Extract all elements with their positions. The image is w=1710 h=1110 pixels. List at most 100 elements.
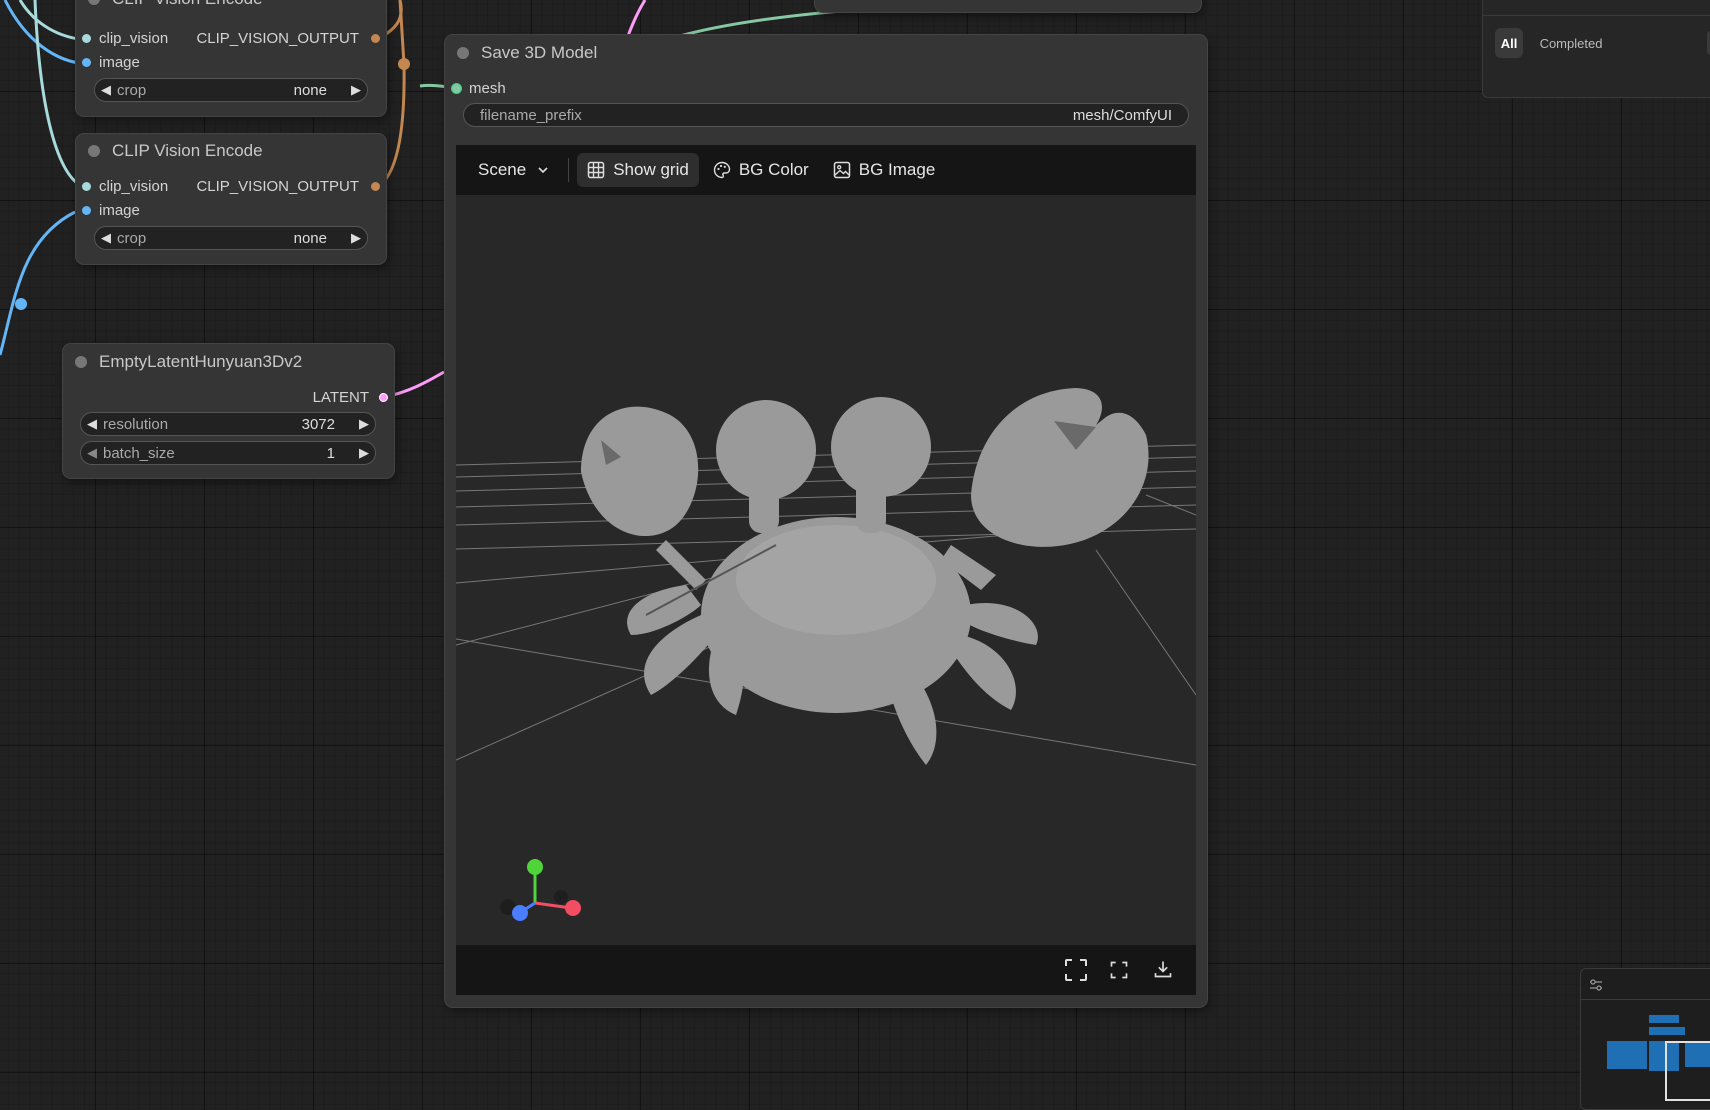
input-slot-clip-vision[interactable]: clip_vision (82, 178, 168, 195)
fullscreen-icon[interactable] (1109, 960, 1129, 980)
toolbar-divider (568, 158, 570, 182)
increment-arrow-icon[interactable]: ▶ (345, 82, 367, 98)
node-collapse-dot[interactable] (75, 356, 87, 368)
partial-node-top[interactable] (815, 0, 1201, 12)
minimap-node (1607, 1041, 1647, 1069)
axis-z-handle[interactable] (512, 905, 528, 921)
show-grid-toggle[interactable]: Show grid (577, 153, 699, 187)
axis-x-handle[interactable] (565, 900, 581, 916)
node-header[interactable]: Save 3D Model (445, 35, 1207, 71)
crop-combo[interactable]: ◀ crop none ▶ (94, 226, 368, 250)
widget-label: batch_size (103, 444, 175, 462)
reroute-dot[interactable] (15, 298, 27, 310)
minimap[interactable] (1580, 968, 1710, 1110)
widget-value: none (293, 229, 327, 247)
resolution-number-input[interactable]: ◀ resolution 3072 ▶ (80, 412, 376, 436)
fit-view-icon[interactable] (1064, 958, 1088, 982)
node-title: CLIP Vision Encode (112, 141, 263, 160)
input-slot-clip-vision[interactable]: clip_vision (82, 30, 168, 47)
viewer-toolbar: Scene Show grid BG Color BG Image (456, 145, 1196, 195)
output-slot-latent[interactable]: LATENT (313, 389, 388, 406)
slot-dot[interactable] (82, 182, 91, 191)
decrement-arrow-icon[interactable]: ◀ (81, 416, 103, 432)
input-slot-mesh[interactable]: mesh (452, 80, 506, 97)
crab-model (581, 388, 1149, 765)
tab-all[interactable]: All (1495, 28, 1523, 58)
bg-image-button[interactable]: BG Image (823, 153, 946, 187)
slot-dot[interactable] (82, 34, 91, 43)
node-collapse-dot[interactable] (457, 47, 469, 59)
mesh-link-top (679, 6, 881, 38)
slot-label: clip_vision (99, 178, 169, 195)
slot-dot[interactable] (371, 34, 380, 43)
latent-link-top (626, 0, 647, 37)
clip-vision-encode-node-1[interactable]: CLIP Vision Encode clip_vision image CLI… (76, 0, 386, 116)
3d-scene-canvas[interactable] (456, 195, 1196, 945)
widget-label: filename_prefix (480, 106, 582, 124)
tab-completed[interactable]: Completed (1531, 28, 1611, 58)
show-grid-label: Show grid (613, 160, 689, 179)
slot-dot[interactable] (452, 84, 461, 93)
slot-dot[interactable] (379, 393, 388, 402)
widget-value: none (293, 81, 327, 99)
node-collapse-dot[interactable] (88, 0, 100, 5)
image-icon (833, 161, 850, 179)
axis-gizmo[interactable] (486, 855, 596, 935)
widget-value: 3072 (301, 415, 335, 433)
decrement-arrow-icon[interactable]: ◀ (95, 82, 117, 98)
output-slot-clip-vision-output[interactable]: CLIP_VISION_OUTPUT (196, 30, 380, 47)
node-header[interactable]: CLIP Vision Encode (76, 0, 386, 16)
axis-gizmo-negative (554, 890, 568, 904)
widget-label: crop (117, 81, 147, 99)
settings-sliders-icon[interactable] (1588, 977, 1604, 993)
input-slot-image[interactable]: image (82, 202, 140, 219)
slot-dot[interactable] (82, 206, 91, 215)
decrement-arrow-icon[interactable]: ◀ (81, 445, 103, 461)
increment-arrow-icon[interactable]: ▶ (353, 416, 375, 432)
input-slot-image[interactable]: image (82, 54, 140, 71)
increment-arrow-icon[interactable]: ▶ (353, 445, 375, 461)
slot-label: CLIP_VISION_OUTPUT (196, 178, 359, 195)
queue-panel: All Completed (1482, 0, 1710, 98)
batch-size-number-input[interactable]: ◀ batch_size 1 ▶ (80, 441, 376, 465)
bg-color-button[interactable]: BG Color (703, 153, 819, 187)
slot-dot[interactable] (82, 58, 91, 67)
slot-label: mesh (469, 80, 506, 97)
axis-y-handle[interactable] (527, 859, 543, 875)
output-slot-clip-vision-output[interactable]: CLIP_VISION_OUTPUT (196, 178, 380, 195)
empty-latent-node[interactable]: EmptyLatentHunyuan3Dv2 LATENT ◀ resoluti… (63, 344, 394, 478)
slot-label: CLIP_VISION_OUTPUT (196, 30, 359, 47)
minimap-viewport[interactable] (1665, 1041, 1710, 1101)
scene-dropdown[interactable]: Scene (468, 153, 560, 187)
download-icon[interactable] (1153, 959, 1173, 979)
chevron-down-icon (538, 167, 548, 174)
image-link-2 (0, 210, 76, 356)
node-header[interactable]: EmptyLatentHunyuan3Dv2 (63, 344, 394, 380)
node-collapse-dot[interactable] (88, 145, 100, 157)
scene-label: Scene (478, 160, 527, 179)
slot-label: image (99, 202, 140, 219)
node-header[interactable]: CLIP Vision Encode (76, 134, 386, 168)
crop-combo[interactable]: ◀ crop none ▶ (94, 78, 368, 102)
node-title: Save 3D Model (481, 43, 598, 62)
minimap-node (1649, 1027, 1685, 1035)
bg-image-label: BG Image (858, 160, 936, 179)
slot-label: image (99, 54, 140, 71)
filename-prefix-input[interactable]: filename_prefix mesh/ComfyUI (463, 103, 1189, 127)
queue-panel-header-divider (1483, 15, 1710, 16)
3d-viewer[interactable]: Scene Show grid BG Color BG Image (456, 145, 1196, 995)
clip-vision-encode-node-2[interactable]: CLIP Vision Encode clip_vision image CLI… (76, 134, 386, 264)
increment-arrow-icon[interactable]: ▶ (345, 230, 367, 246)
widget-value: 1 (326, 444, 335, 462)
node-title: CLIP Vision Encode (112, 0, 263, 9)
widget-label: resolution (103, 415, 169, 433)
tab-all-label: All (1500, 35, 1518, 51)
slot-label: LATENT (312, 389, 369, 406)
tab-completed-label: Completed (1539, 35, 1603, 51)
slot-dot[interactable] (371, 182, 380, 191)
viewer-bottom-bar (456, 945, 1196, 995)
widget-value: mesh/ComfyUI (1072, 106, 1172, 124)
reroute-dot[interactable] (398, 58, 410, 70)
minimap-divider (1581, 999, 1710, 1000)
decrement-arrow-icon[interactable]: ◀ (95, 230, 117, 246)
